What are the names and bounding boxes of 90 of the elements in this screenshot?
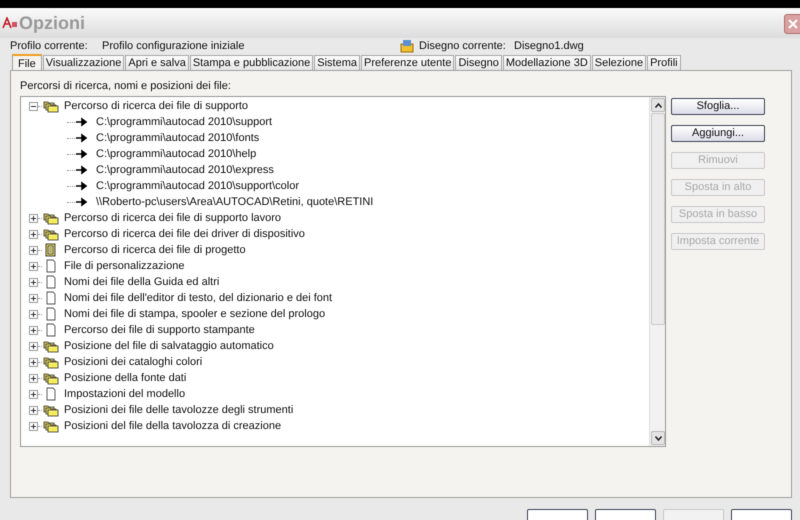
tree-item[interactable]: Posizioni dei cataloghi colori: [64, 354, 202, 370]
tab[interactable]: Modellazione 3D: [502, 55, 591, 70]
profile-value: Profilo configurazione iniziale: [102, 38, 246, 54]
expander-toggle[interactable]: [29, 326, 38, 334]
drawing-label: Disegno corrente:: [419, 38, 507, 54]
tree-item[interactable]: Nomi dei file della Guida ed altri: [64, 274, 220, 290]
plus-icon: [30, 278, 37, 286]
folders-icon: [43, 227, 59, 241]
arrow-icon: [75, 133, 89, 143]
plus-icon: [30, 358, 37, 366]
profile-label: Profilo corrente:: [10, 38, 89, 54]
path-item[interactable]: C:\programmi\autocad 2010\support\color: [96, 178, 299, 194]
folders-icon: [43, 339, 59, 353]
arrow-icon: [75, 165, 89, 175]
folders-icon: [43, 371, 59, 385]
path-item[interactable]: C:\programmi\autocad 2010\fonts: [96, 130, 260, 146]
tab[interactable]: Visualizzazione: [42, 55, 124, 70]
drawing-file-icon: [400, 39, 414, 53]
tree-item[interactable]: Impostazioni del modello: [64, 386, 186, 402]
expander-toggle[interactable]: [29, 294, 38, 302]
folders-icon: [43, 419, 59, 433]
path-item[interactable]: C:\programmi\autocad 2010\help: [96, 146, 256, 162]
tab[interactable]: Preferenze utente: [361, 55, 454, 70]
expander-toggle[interactable]: [29, 262, 38, 270]
plus-icon: [30, 422, 37, 430]
expander-toggle[interactable]: [29, 358, 38, 366]
tree-item[interactable]: Posizioni del file della tavolozza di creazione: [64, 418, 282, 434]
tree-item[interactable]: File di personalizzazione: [64, 258, 184, 274]
close-icon: [788, 19, 798, 29]
path-item[interactable]: \\Roberto-pc\users\Area\AUTOCAD\Retini, quote\RETINI: [96, 194, 374, 210]
tree-item[interactable]: Nomi dei file di stampa, spooler e sezione del prologo: [64, 306, 326, 322]
folders-icon: [43, 403, 59, 417]
arrow-icon: [75, 181, 89, 191]
plus-icon: [30, 230, 37, 238]
plus-icon: [30, 294, 37, 302]
expander-toggle[interactable]: [29, 310, 38, 318]
tree-item[interactable]: Percorso di ricerca dei file di supporto: [64, 98, 248, 114]
caret-up-icon: [654, 102, 662, 108]
expander-toggle[interactable]: [29, 342, 38, 350]
expander-toggle[interactable]: [29, 278, 38, 286]
scroll-thumb[interactable]: [651, 113, 665, 325]
plus-icon: [30, 390, 37, 398]
plus-icon: [30, 214, 37, 222]
app-logo-icon: [2, 17, 18, 29]
expander-toggle[interactable]: [29, 102, 38, 110]
expander-toggle[interactable]: [29, 246, 38, 254]
tree-item[interactable]: Percorso di ricerca dei file di supporto lavoro: [64, 210, 282, 226]
scroll-up-button[interactable]: [651, 98, 665, 112]
tree-item[interactable]: Posizione del file di salvataggio automatico: [64, 338, 274, 354]
plus-icon: [30, 246, 37, 254]
tab[interactable]: Profili: [647, 55, 681, 70]
plus-icon: [30, 342, 37, 350]
side-button[interactable]: Sfoglia...: [671, 98, 765, 115]
expander-toggle[interactable]: [29, 406, 38, 414]
tree-item[interactable]: Percorso di ricerca dei file di progetto: [64, 242, 246, 258]
tree-item[interactable]: Posizioni dei file delle tavolozze degli strumenti: [64, 402, 294, 418]
arrow-icon: [75, 149, 89, 159]
tree-item[interactable]: Nomi dei file dell'editor di testo, del dizionario e dei font: [64, 290, 332, 306]
caret-down-icon: [654, 436, 662, 440]
tab[interactable]: Disegno: [455, 55, 502, 70]
expander-toggle[interactable]: [29, 230, 38, 238]
scroll-down-button[interactable]: [651, 431, 665, 445]
tab[interactable]: File: [12, 54, 42, 71]
tab[interactable]: Selezione: [592, 55, 646, 70]
plus-icon: [30, 310, 37, 318]
window-title: Opzioni: [19, 12, 85, 35]
folders-icon: [43, 211, 59, 225]
tab[interactable]: Stampa e pubblicazione: [190, 55, 314, 70]
expander-toggle[interactable]: [29, 422, 38, 430]
tree-label: Percorsi di ricerca, nomi e posizioni dei file:: [20, 79, 232, 93]
folders-icon: [43, 355, 59, 369]
path-item[interactable]: C:\programmi\autocad 2010\support: [96, 114, 272, 130]
plus-icon: [30, 374, 37, 382]
tree-item[interactable]: Posizione della fonte dati: [64, 370, 186, 386]
tab[interactable]: Sistema: [314, 55, 360, 70]
arrow-icon: [75, 117, 89, 127]
path-item[interactable]: C:\programmi\autocad 2010\express: [96, 162, 274, 178]
plus-icon: [30, 326, 37, 334]
expander-toggle[interactable]: [29, 390, 38, 398]
plus-icon: [30, 262, 37, 270]
drawing-value: Disegno1.dwg: [514, 38, 584, 54]
expander-toggle[interactable]: [29, 214, 38, 222]
side-button[interactable]: Aggiungi...: [671, 125, 765, 142]
tree-item[interactable]: Percorso di ricerca dei file dei driver di dispositivo: [64, 226, 305, 242]
folders-icon: [43, 99, 59, 113]
plus-icon: [30, 406, 37, 414]
tree-item[interactable]: Percorso dei file di supporto stampante: [64, 322, 255, 338]
expander-toggle[interactable]: [29, 374, 38, 382]
tab[interactable]: Apri e salva: [125, 55, 189, 70]
arrow-icon: [75, 197, 89, 207]
